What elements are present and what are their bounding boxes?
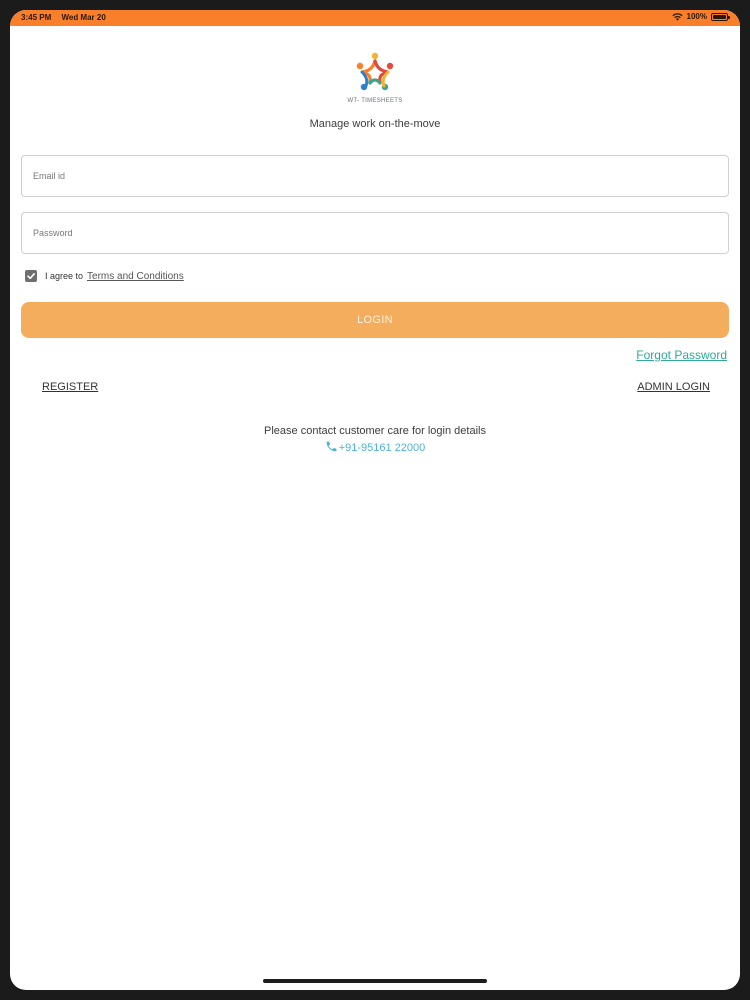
login-button[interactable]: LOGIN bbox=[21, 302, 729, 338]
email-input[interactable] bbox=[22, 156, 728, 196]
agree-prefix-text: I agree to bbox=[45, 271, 84, 281]
star-people-logo-icon bbox=[356, 52, 394, 91]
admin-login-link[interactable]: ADMIN LOGIN bbox=[637, 381, 710, 393]
forgot-password-link[interactable]: Forgot Password bbox=[636, 348, 727, 362]
terms-and-conditions-link[interactable]: Terms and Conditions bbox=[87, 271, 184, 282]
status-right: 100% bbox=[671, 12, 730, 21]
app-logo: WT- TIMESHEETS bbox=[345, 50, 405, 104]
phone-icon bbox=[326, 441, 337, 452]
password-input[interactable] bbox=[22, 213, 728, 253]
phone-link[interactable]: +91-95161 22000 bbox=[10, 440, 740, 454]
status-bar: 3:45 PM Wed Mar 20 100% bbox=[10, 10, 740, 26]
tagline: Manage work on-the-move bbox=[309, 118, 441, 130]
ipad-screen: 3:45 PM Wed Mar 20 100% WT- TIMESHEETS M… bbox=[10, 10, 740, 990]
battery-icon bbox=[711, 12, 730, 21]
checkmark-icon bbox=[27, 273, 35, 280]
status-left: 3:45 PM Wed Mar 20 bbox=[21, 13, 106, 22]
terms-agreement-row: I agree to Terms and Conditions bbox=[25, 270, 184, 282]
logo-text: WT- TIMESHEETS bbox=[347, 98, 403, 104]
phone-number: +91-95161 22000 bbox=[338, 442, 426, 454]
battery-percent: 100% bbox=[686, 12, 707, 21]
status-time: 3:45 PM bbox=[21, 13, 52, 22]
status-date: Wed Mar 20 bbox=[61, 13, 106, 22]
wifi-icon bbox=[671, 12, 683, 21]
contact-info-text: Please contact customer care for login d… bbox=[264, 425, 486, 437]
home-indicator[interactable] bbox=[263, 979, 487, 983]
battery-fill bbox=[713, 14, 726, 19]
email-field-box bbox=[21, 155, 729, 197]
agree-checkbox[interactable] bbox=[25, 270, 37, 282]
register-link[interactable]: REGISTER bbox=[42, 381, 98, 393]
password-field-box bbox=[21, 212, 729, 254]
